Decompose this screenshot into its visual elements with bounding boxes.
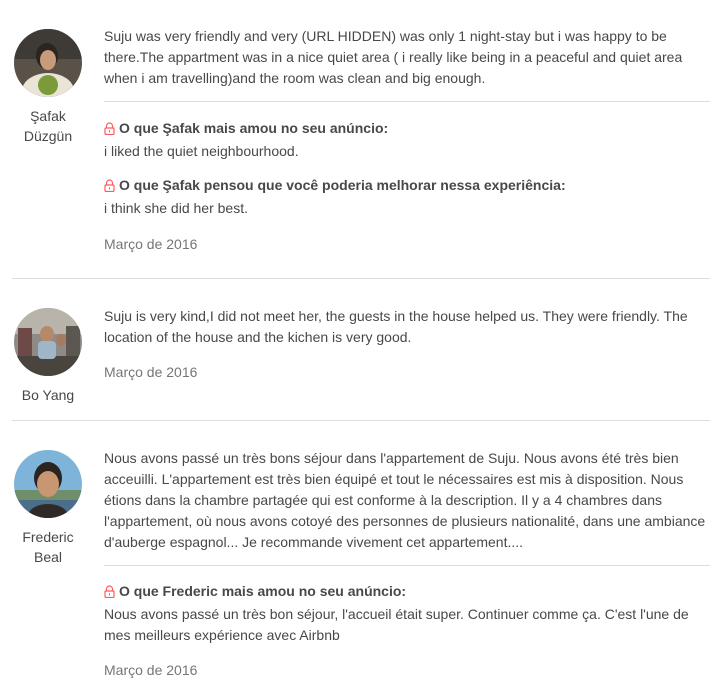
author-name[interactable]: Bo Yang (13, 385, 83, 405)
private-feedback-heading: O que Şafak mais amou no seu anúncio: (104, 118, 710, 141)
private-feedback-heading-text: O que Frederic mais amou no seu anúncio: (119, 583, 407, 599)
author-name-line2[interactable]: Beal (13, 547, 83, 567)
private-feedback-text: i liked the quiet neighbourhood. (104, 143, 299, 159)
private-feedback-text: i think she did her best. (104, 200, 248, 216)
avatar[interactable] (14, 29, 82, 97)
private-feedback: O que Şafak mais amou no seu anúncio: i … (104, 118, 710, 162)
avatar[interactable] (14, 450, 82, 518)
private-feedback: O que Şafak pensou que você poderia melh… (104, 175, 710, 219)
divider (104, 101, 710, 102)
private-feedback-text: Nous avons passé un très bon séjour, l'a… (104, 606, 689, 643)
review-body: Suju was very friendly and very (URL HID… (104, 26, 710, 254)
review-text: Nous avons passé un très bons séjour dan… (104, 450, 706, 550)
lock-icon (104, 177, 115, 198)
private-feedback-heading-text: O que Şafak mais amou no seu anúncio: (119, 120, 389, 136)
avatar[interactable] (14, 308, 82, 376)
lock-icon (104, 120, 115, 141)
author-name-line1[interactable]: Şafak (13, 106, 83, 126)
review-item: Bo Yang Suju is very kind,I did not meet… (0, 279, 725, 420)
review-author: Şafak Düzgün (13, 29, 83, 146)
review-body: Suju is very kind,I did not meet her, th… (104, 306, 710, 382)
review-author: Frederic Beal (13, 450, 83, 567)
divider (104, 565, 710, 566)
review-item: Şafak Düzgün Suju was very friendly and … (0, 0, 725, 278)
review-item: Frederic Beal Nous avons passé un très b… (0, 421, 725, 700)
review-date: Março de 2016 (104, 364, 198, 380)
review-body: Nous avons passé un très bons séjour dan… (104, 448, 710, 680)
review-author: Bo Yang (13, 308, 83, 405)
private-feedback-heading: O que Frederic mais amou no seu anúncio: (104, 581, 710, 604)
review-text: Suju is very kind,I did not meet her, th… (104, 308, 688, 345)
review-text: Suju was very friendly and very (URL HID… (104, 28, 683, 86)
reviews-list: Şafak Düzgün Suju was very friendly and … (0, 0, 725, 700)
private-feedback-heading: O que Şafak pensou que você poderia melh… (104, 175, 710, 198)
private-feedback: O que Frederic mais amou no seu anúncio:… (104, 581, 710, 646)
review-date: Março de 2016 (104, 662, 198, 678)
author-name-line2[interactable]: Düzgün (13, 126, 83, 146)
review-date: Março de 2016 (104, 236, 198, 252)
lock-icon (104, 583, 115, 604)
author-name-line1[interactable]: Frederic (13, 527, 83, 547)
private-feedback-heading-text: O que Şafak pensou que você poderia melh… (119, 177, 566, 193)
